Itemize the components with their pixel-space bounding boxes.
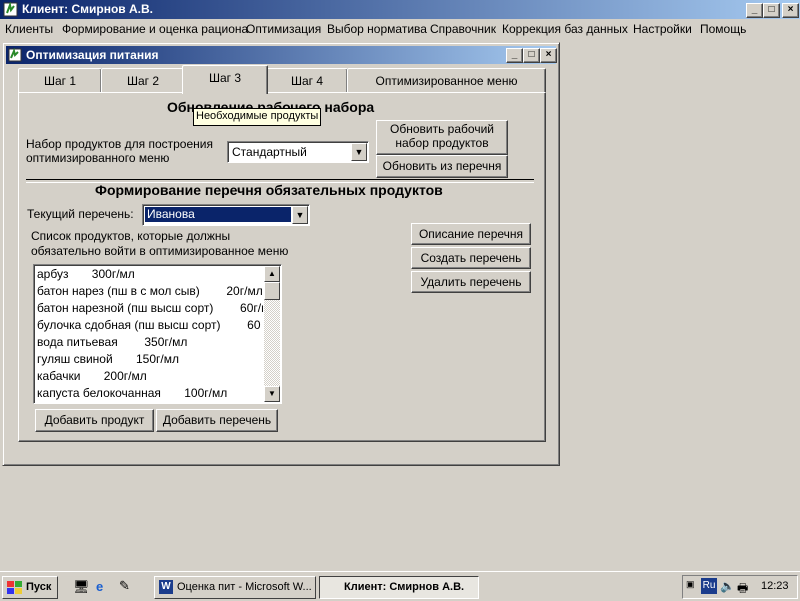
add-product-button[interactable]: Добавить продукт: [35, 409, 154, 432]
window-title: Оптимизация питания: [26, 48, 159, 62]
window-title-bar[interactable]: Оптимизация питания _ □ ×: [6, 46, 557, 64]
app-icon: [3, 2, 18, 17]
ie-icon[interactable]: e: [96, 579, 103, 594]
describe-list-button[interactable]: Описание перечня: [411, 223, 531, 245]
list-item[interactable]: капуста белокочанная 100г/мл: [37, 386, 263, 403]
windows-logo-icon: [7, 581, 22, 594]
required-products-list[interactable]: арбуз 300г/мл батон нарез (пш в с мол сы…: [33, 264, 282, 404]
current-list-label: Текущий перечень:: [27, 207, 134, 221]
menu-clients[interactable]: Клиенты: [5, 22, 53, 36]
scroll-up-icon[interactable]: ▲: [264, 266, 280, 282]
tab-step2[interactable]: Шаг 2: [101, 68, 185, 93]
list-label-1: Список продуктов, которые должны: [31, 229, 231, 243]
taskbar-word[interactable]: W Оценка пит - Microsoft W...: [154, 576, 316, 599]
product-set-label-2: оптимизированного меню: [26, 151, 170, 165]
list-scrollbar[interactable]: ▲ ▼: [264, 266, 280, 402]
app-title: Клиент: Смирнов А.В.: [22, 2, 153, 16]
product-set-label-1: Набор продуктов для построения: [26, 137, 213, 151]
tab-optimized-menu[interactable]: Оптимизированное меню: [347, 68, 546, 93]
window-close-button[interactable]: ×: [540, 48, 557, 63]
menu-norm[interactable]: Выбор норматива: [327, 22, 427, 36]
delete-list-button[interactable]: Удалить перечень: [411, 271, 531, 293]
list-item[interactable]: кабачки 200г/мл: [37, 369, 263, 386]
list-item[interactable]: батон нарез (пш в с мол сыв) 20г/мл: [37, 284, 263, 301]
tooltip: Необходимые продукты: [193, 108, 322, 126]
update-work-set-button[interactable]: Обновить рабочий набор продуктов: [376, 120, 508, 155]
window-minimize-button[interactable]: _: [506, 48, 523, 63]
menu-bar: Клиенты Формирование и оценка рациона Оп…: [0, 19, 800, 39]
maximize-button[interactable]: □: [763, 3, 780, 18]
tab-step4[interactable]: Шаг 4: [266, 68, 348, 93]
taskbar-client[interactable]: Клиент: Смирнов А.В.: [319, 576, 479, 599]
window-maximize-button[interactable]: □: [523, 48, 540, 63]
scroll-thumb[interactable]: [264, 282, 280, 300]
printer-icon[interactable]: 🖶: [737, 579, 748, 600]
menu-reference[interactable]: Справочник: [430, 22, 496, 36]
close-button[interactable]: ×: [782, 3, 799, 18]
taskbar-word-label: Оценка пит - Microsoft W...: [177, 581, 312, 593]
window-icon: [8, 48, 22, 62]
tray-app-icon[interactable]: ▣: [686, 579, 695, 590]
menu-settings[interactable]: Настройки: [633, 22, 692, 36]
tab-step1[interactable]: Шаг 1: [18, 68, 102, 93]
word-icon: W: [159, 580, 173, 594]
list-item[interactable]: вода питьевая 350г/мл: [37, 335, 263, 352]
list-item[interactable]: батон нарезной (пш высш сорт) 60г/мл: [37, 301, 263, 318]
list-item[interactable]: булочка сдобная (пш высш сорт) 60: [37, 318, 263, 335]
scroll-down-icon[interactable]: ▼: [264, 386, 280, 402]
clock: 12:23: [761, 580, 789, 592]
list-item[interactable]: гуляш свиной 150г/мл: [37, 352, 263, 369]
update-work-set-label-2: набор продуктов: [395, 136, 489, 150]
product-set-select[interactable]: Стандартный ▼: [227, 141, 369, 163]
current-list-value: Иванова: [145, 207, 291, 222]
system-tray: ▣ Ru 🔈 🖶 12:23: [682, 575, 798, 599]
minimize-button[interactable]: _: [746, 3, 763, 18]
desktop-icon[interactable]: 🖥: [73, 579, 90, 595]
menu-ration[interactable]: Формирование и оценка рациона: [62, 22, 248, 36]
tab-step3[interactable]: Шаг 3: [182, 65, 268, 94]
volume-icon[interactable]: 🔈: [720, 579, 735, 593]
list-label-2: обязательно войти в оптимизированное мен…: [31, 244, 289, 258]
update-from-list-button[interactable]: Обновить из перечня: [376, 155, 508, 178]
create-list-button[interactable]: Создать перечень: [411, 247, 531, 269]
menu-db-correction[interactable]: Коррекция баз данных: [502, 22, 628, 36]
chevron-down-icon[interactable]: ▼: [351, 143, 367, 161]
add-list-button[interactable]: Добавить перечень: [156, 409, 278, 432]
media-icon[interactable]: ✎: [119, 578, 130, 594]
product-set-value: Стандартный: [232, 145, 307, 159]
current-list-select[interactable]: Иванова ▼: [142, 204, 310, 226]
menu-optimization[interactable]: Оптимизация: [246, 22, 321, 36]
taskbar-client-label: Клиент: Смирнов А.В.: [344, 581, 465, 593]
start-label: Пуск: [26, 581, 52, 593]
language-indicator[interactable]: Ru: [701, 578, 717, 594]
section-list-heading: Формирование перечня обязательных продук…: [95, 182, 443, 198]
taskbar: Пуск 🖥 e ✎ W Оценка пит - Microsoft W...…: [0, 571, 800, 601]
app-title-bar[interactable]: Клиент: Смирнов А.В. _ □ ×: [0, 0, 800, 19]
list-item[interactable]: арбуз 300г/мл: [37, 267, 263, 284]
chevron-down-icon[interactable]: ▼: [292, 206, 308, 224]
update-work-set-label-1: Обновить рабочий: [390, 122, 494, 136]
menu-help[interactable]: Помощь: [700, 22, 746, 36]
start-button[interactable]: Пуск: [2, 576, 58, 599]
